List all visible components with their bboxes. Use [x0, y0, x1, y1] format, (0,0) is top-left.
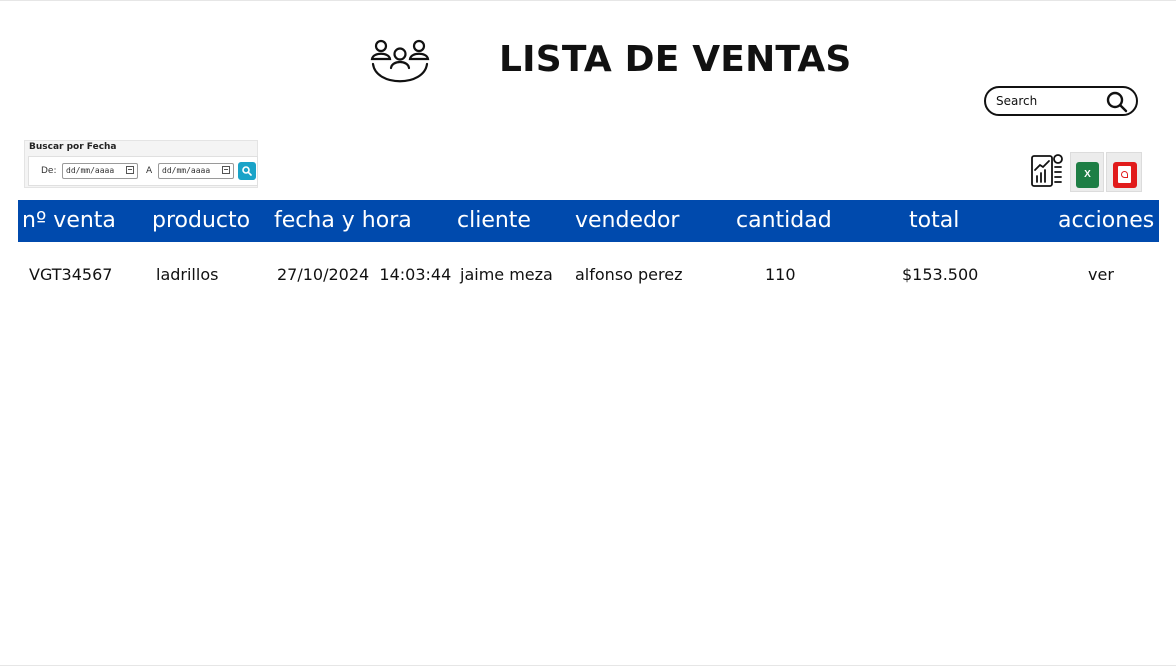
export-pdf-button[interactable]: [1106, 152, 1142, 192]
excel-icon: X: [1076, 162, 1099, 188]
to-label: A: [146, 166, 153, 176]
column-header-venta[interactable]: nº venta: [22, 208, 116, 233]
cell-venta: VGT34567: [29, 265, 113, 284]
column-header-total[interactable]: total: [909, 208, 959, 233]
to-date-placeholder: dd/mm/aaaa: [162, 166, 211, 175]
date-filter-title: Buscar por Fecha: [29, 142, 117, 152]
view-button[interactable]: ver: [1088, 265, 1114, 284]
to-date-field[interactable]: dd/mm/aaaa: [158, 163, 234, 179]
column-header-cantidad[interactable]: cantidad: [736, 208, 832, 233]
search-input[interactable]: [996, 90, 1096, 112]
table-row: VGT34567 ladrillos 27/10/2024 14:03:44 j…: [18, 263, 1159, 289]
people-group-icon: [370, 39, 430, 83]
pdf-icon: [1113, 162, 1137, 188]
cell-cantidad: 110: [765, 265, 796, 284]
search-icon[interactable]: [1106, 91, 1128, 113]
search-box[interactable]: [984, 86, 1138, 116]
from-date-placeholder: dd/mm/aaaa: [66, 166, 115, 175]
cell-total: $153.500: [902, 265, 979, 284]
calendar-icon[interactable]: [222, 166, 230, 174]
date-search-button[interactable]: [238, 162, 256, 180]
column-header-cliente[interactable]: cliente: [457, 208, 531, 233]
column-header-vendedor[interactable]: vendedor: [575, 208, 679, 233]
page-title: LISTA DE VENTAS: [499, 39, 852, 80]
date-filter-body: De: dd/mm/aaaa A dd/mm/aaaa: [28, 156, 258, 186]
search-icon: [242, 166, 252, 176]
from-label: De:: [41, 166, 57, 176]
export-excel-button[interactable]: X: [1070, 152, 1104, 192]
cell-cliente: jaime meza: [460, 265, 553, 284]
cell-fecha-hora: 27/10/2024 14:03:44: [277, 265, 452, 284]
column-header-acciones[interactable]: acciones: [1058, 208, 1154, 233]
table-header: nº venta producto fecha y hora cliente v…: [18, 200, 1159, 242]
date-filter-panel: Buscar por Fecha De: dd/mm/aaaa A dd/mm/…: [24, 140, 258, 188]
column-header-producto[interactable]: producto: [152, 208, 250, 233]
calendar-icon[interactable]: [126, 166, 134, 174]
from-date-field[interactable]: dd/mm/aaaa: [62, 163, 138, 179]
cell-producto: ladrillos: [156, 265, 219, 284]
cell-vendedor: alfonso perez: [575, 265, 683, 284]
column-header-fecha[interactable]: fecha y hora: [274, 208, 412, 233]
report-chart-icon[interactable]: [1030, 153, 1064, 189]
